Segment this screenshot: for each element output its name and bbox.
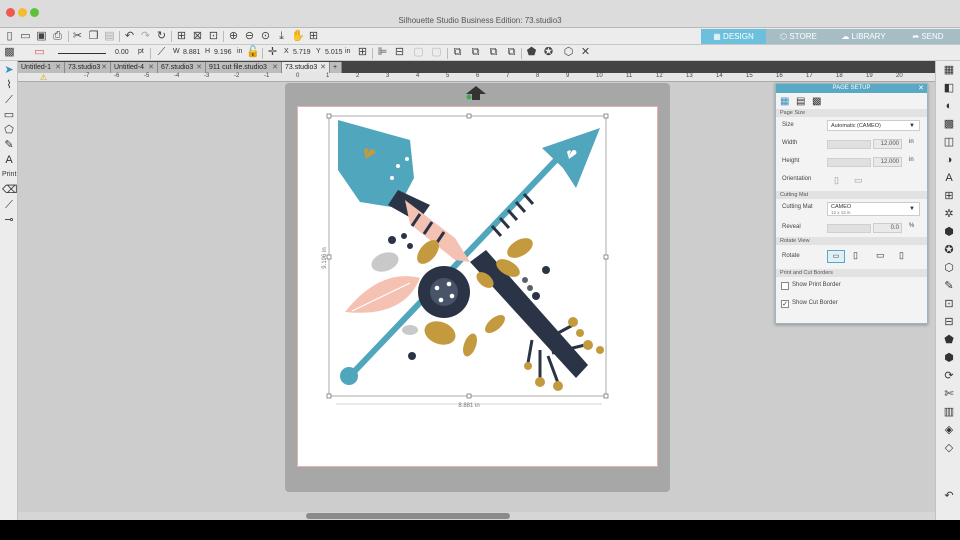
dropdown-arrow-icon: ▼ — [909, 206, 915, 212]
rotate-view-section: Rotate View — [776, 237, 927, 245]
sketch-icon[interactable]: ✎ — [942, 279, 956, 293]
cutting-mat-select[interactable]: CAMEO 12 x 12 in ▼ — [827, 202, 920, 216]
cut-border-label: Show Cut Border — [792, 300, 838, 306]
scrollbar-thumb[interactable] — [306, 513, 510, 519]
reveal-slider[interactable] — [827, 224, 871, 233]
portrait-icon[interactable]: ▯ — [834, 175, 839, 186]
puzzle-icon[interactable]: ⬟ — [942, 333, 956, 347]
replicate-icon[interactable]: ✲ — [942, 207, 956, 221]
layers-icon[interactable]: ⊟ — [942, 315, 956, 329]
rotate-row: Rotate ▭ ▯ ▭ ▯ — [776, 245, 927, 269]
reveal-input[interactable]: 0.0 — [873, 223, 902, 233]
dropdown-arrow-icon: ▼ — [909, 123, 915, 129]
trace-icon[interactable]: ⬡ — [942, 261, 956, 275]
cutting-mat-section: Cutting Mat — [776, 191, 927, 199]
warp-icon[interactable]: ◈ — [942, 423, 956, 437]
mat-tab-icon[interactable]: ▩ — [812, 96, 821, 107]
transform-icon[interactable]: ⊞ — [942, 189, 956, 203]
offset-star-icon[interactable]: ✪ — [942, 243, 956, 257]
height-input[interactable]: 12.000 — [873, 157, 902, 167]
width-dimension-label: 8.881 in — [458, 403, 479, 409]
panel-title: PAGE SETUP — [832, 85, 871, 91]
orientation-label: Orientation — [782, 176, 812, 182]
landscape-icon[interactable]: ▭ — [854, 175, 863, 186]
width-input[interactable]: 12.000 — [873, 139, 902, 149]
size-row: Size Automatic (CAMEO) ▼ — [776, 117, 927, 135]
height-label: Height — [782, 158, 800, 164]
width-label: Width — [782, 140, 798, 146]
borders-section: Print and Cut Borders — [776, 269, 927, 277]
panel-tab-row: ▦ ▤ ▩ — [776, 93, 927, 109]
grid-icon[interactable]: ▥ — [942, 405, 956, 419]
print-border-row: Show Print Border — [776, 277, 927, 295]
shapes-icon[interactable]: ◇ — [942, 441, 956, 455]
horizontal-scrollbar[interactable] — [18, 512, 935, 520]
reveal-label: Reveal — [782, 224, 801, 230]
width-slider[interactable] — [827, 140, 871, 149]
cutting-mat-row: Cutting Mat CAMEO 12 x 12 in ▼ — [776, 199, 927, 219]
rotate-90-icon[interactable]: ▯ — [853, 250, 858, 261]
size-select[interactable]: Automatic (CAMEO) ▼ — [827, 120, 920, 131]
panel-header[interactable]: PAGE SETUP ✕ — [776, 84, 927, 93]
close-icon[interactable]: ✕ — [918, 84, 924, 93]
page-size-section: Page Size — [776, 109, 927, 117]
reveal-row: Reveal 0.0 % — [776, 219, 927, 237]
rotate-0-icon[interactable]: ▭ — [827, 250, 845, 263]
cut-border-checkbox[interactable]: ✓ — [781, 300, 789, 308]
print-border-label: Show Print Border — [792, 282, 841, 288]
cutting-mat-label: Cutting Mat — [782, 204, 813, 210]
page-setup-icon[interactable]: ▦ — [942, 63, 956, 77]
right-panel-bar: ▦ ◧ ◐ ▩ ◫ ◑ A ⊞ ✲ ⬢ ✪ ⬡ ✎ ⊡ ⊟ ⬟ ⬢ ⟳ ✄ ▥ … — [935, 61, 960, 520]
fill-color-icon[interactable]: ◧ — [942, 81, 956, 95]
print-border-checkbox[interactable] — [781, 282, 789, 290]
contrast-icon[interactable]: ◑ — [942, 153, 956, 167]
send-panel-icon[interactable]: ⟳ — [942, 369, 956, 383]
reveal-unit: % — [909, 223, 915, 229]
grid-tab-icon[interactable]: ▤ — [796, 96, 805, 107]
rotate-270-icon[interactable]: ▯ — [899, 250, 904, 261]
width-unit: in — [909, 139, 914, 145]
page-tab-icon[interactable]: ▦ — [780, 96, 789, 107]
text-style-icon[interactable]: A — [942, 171, 956, 185]
library-icon[interactable]: ⊡ — [942, 297, 956, 311]
gradient-icon[interactable]: ◐ — [942, 99, 956, 113]
pattern-icon[interactable]: ▩ — [942, 117, 956, 131]
orientation-row: Orientation ▯ ▭ — [776, 171, 927, 191]
cut-border-row: ✓ Show Cut Border — [776, 295, 927, 313]
nesting-icon[interactable]: ⬢ — [942, 351, 956, 365]
modify-icon[interactable]: ⬢ — [942, 225, 956, 239]
rotate-label: Rotate — [782, 253, 800, 259]
height-unit: in — [909, 157, 914, 163]
height-slider[interactable] — [827, 158, 871, 167]
width-row: Width 12.000 in — [776, 135, 927, 153]
undo-history-icon[interactable]: ↶ — [942, 489, 956, 503]
height-dimension-label: 9.196 in — [322, 247, 328, 268]
height-row: Height 12.000 in — [776, 153, 927, 171]
size-label: Size — [782, 122, 794, 128]
cut-settings-icon[interactable]: ✄ — [942, 387, 956, 401]
line-color-icon[interactable]: ◫ — [942, 135, 956, 149]
rotate-180-icon[interactable]: ▭ — [876, 250, 885, 261]
page-setup-panel: PAGE SETUP ✕ ▦ ▤ ▩ Page Size Size Automa… — [775, 83, 928, 324]
